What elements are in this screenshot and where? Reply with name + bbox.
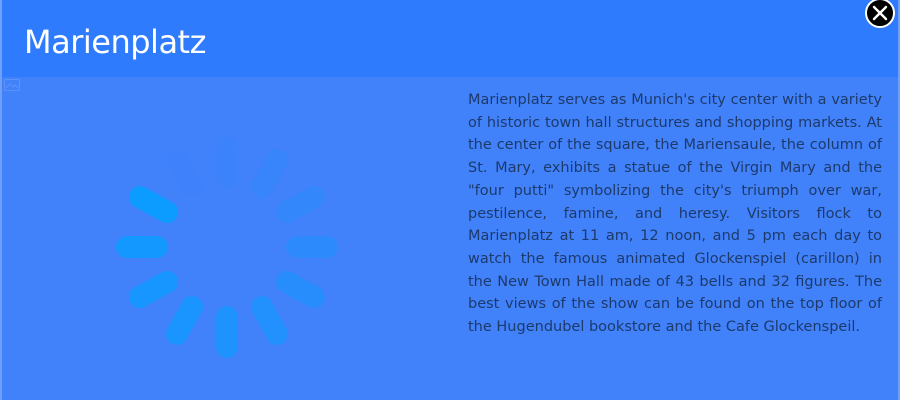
loading-spinner-icon: [116, 136, 338, 358]
close-icon: [872, 5, 888, 21]
dialog-header: Marienplatz: [2, 0, 898, 77]
image-placeholder: [2, 77, 447, 400]
broken-image-icon: [4, 79, 20, 91]
info-dialog: Marienplatz Marienplatz serves as Munich…: [0, 0, 900, 400]
dialog-title: Marienplatz: [24, 23, 206, 61]
dialog-description: Marienplatz serves as Munich's city cent…: [468, 92, 882, 336]
